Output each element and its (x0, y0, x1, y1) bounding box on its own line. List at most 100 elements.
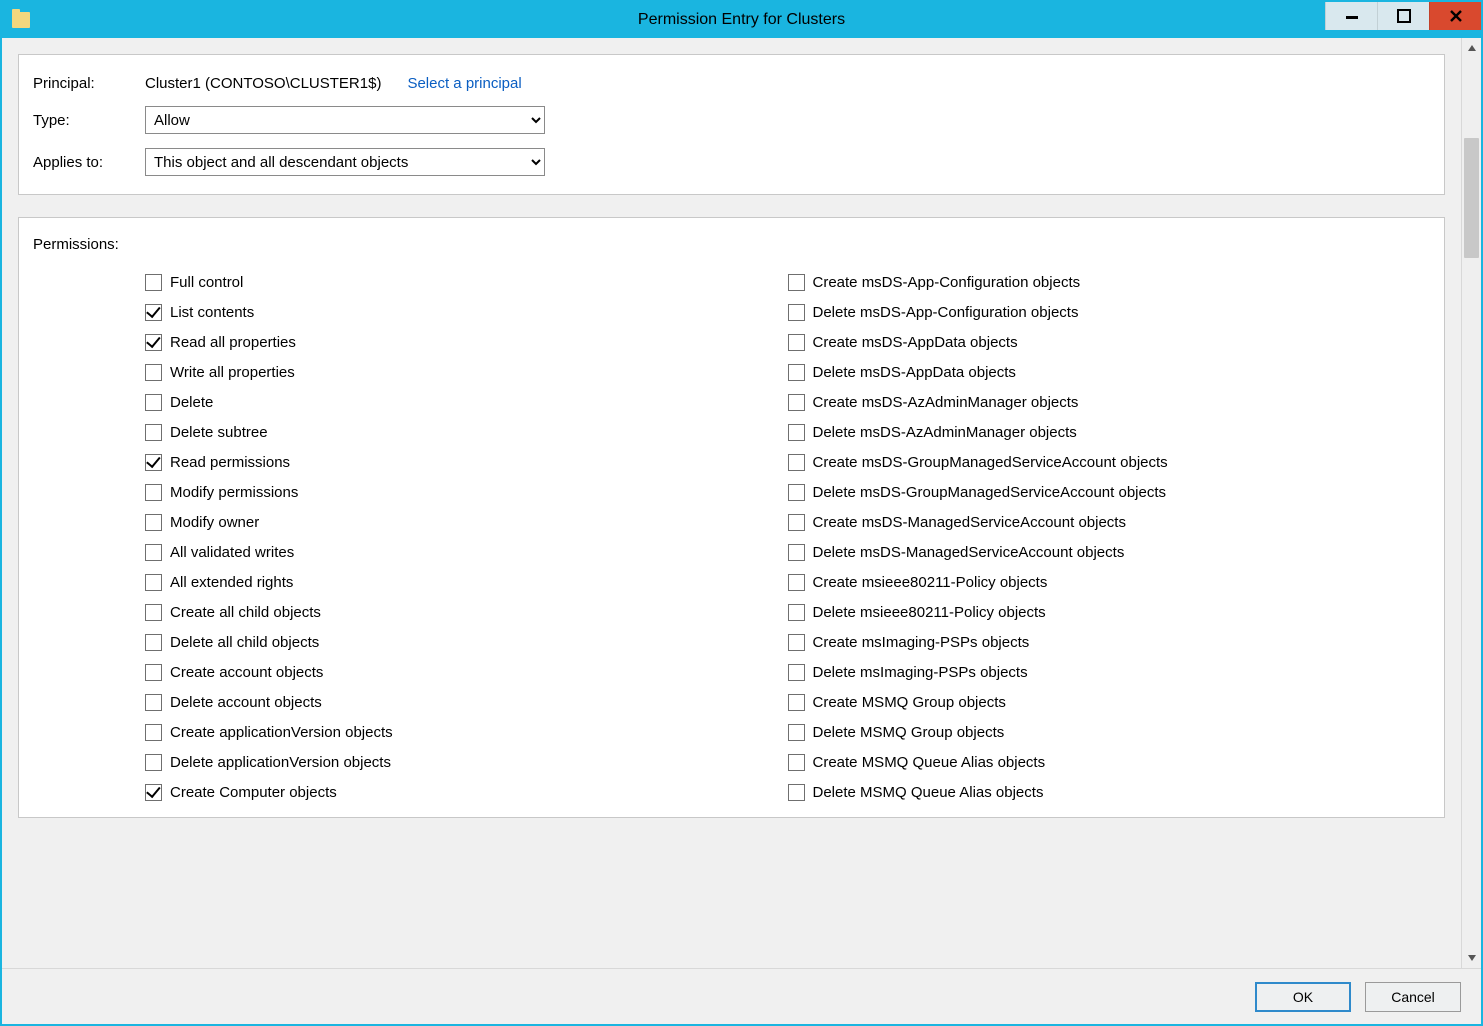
permissions-column-left: Full control List contentsRead all proper… (33, 267, 788, 807)
permission-item[interactable]: Delete msieee80211-Policy objects (788, 597, 1431, 627)
permission-item[interactable]: List contents (145, 297, 788, 327)
permission-checkbox[interactable] (145, 724, 162, 741)
permission-checkbox[interactable] (145, 694, 162, 711)
permission-label: Delete msDS-ManagedServiceAccount object… (813, 544, 1125, 561)
permission-label: Full control (170, 274, 243, 291)
permission-checkbox[interactable] (145, 784, 162, 801)
permission-item[interactable]: Create account objects (145, 657, 788, 687)
permission-item[interactable]: Delete msDS-App-Configuration objects (788, 297, 1431, 327)
ok-button[interactable]: OK (1255, 982, 1351, 1012)
permission-item[interactable]: Delete MSMQ Queue Alias objects (788, 777, 1431, 807)
permission-item[interactable]: Create msDS-GroupManagedServiceAccount o… (788, 447, 1431, 477)
permission-item[interactable]: Delete account objects (145, 687, 788, 717)
permission-checkbox[interactable] (145, 274, 162, 291)
permission-checkbox[interactable] (788, 694, 805, 711)
permission-item[interactable]: Modify permissions (145, 477, 788, 507)
permission-checkbox[interactable] (788, 274, 805, 291)
permission-checkbox[interactable] (145, 394, 162, 411)
permission-item[interactable]: Create all child objects (145, 597, 788, 627)
permission-item[interactable]: Create applicationVersion objects (145, 717, 788, 747)
permission-checkbox[interactable] (788, 634, 805, 651)
permission-checkbox[interactable] (788, 784, 805, 801)
permission-checkbox[interactable] (788, 424, 805, 441)
permission-checkbox[interactable] (145, 424, 162, 441)
close-button[interactable] (1429, 2, 1481, 30)
permission-checkbox[interactable] (788, 454, 805, 471)
permission-item[interactable]: All extended rights (145, 567, 788, 597)
permission-checkbox[interactable] (788, 754, 805, 771)
permission-label: Delete MSMQ Group objects (813, 724, 1005, 741)
maximize-button[interactable] (1377, 2, 1429, 30)
permission-label: Create msieee80211-Policy objects (813, 574, 1048, 591)
permission-item[interactable]: Read permissions (145, 447, 788, 477)
permission-checkbox[interactable] (145, 484, 162, 501)
scroll-down-arrow-icon[interactable] (1462, 948, 1481, 968)
permission-checkbox[interactable] (145, 634, 162, 651)
permission-item[interactable]: Create MSMQ Group objects (788, 687, 1431, 717)
type-select[interactable]: Allow (145, 106, 545, 134)
principal-label: Principal: (33, 75, 145, 92)
scroll-thumb[interactable] (1464, 138, 1479, 258)
permission-checkbox[interactable] (145, 604, 162, 621)
permission-item[interactable]: Delete msDS-AppData objects (788, 357, 1431, 387)
permission-checkbox[interactable] (788, 304, 805, 321)
permission-checkbox[interactable] (788, 394, 805, 411)
permission-item[interactable]: Delete msDS-ManagedServiceAccount object… (788, 537, 1431, 567)
permission-checkbox[interactable] (145, 364, 162, 381)
permission-label: Create all child objects (170, 604, 321, 621)
principal-value: Cluster1 (CONTOSO\CLUSTER1$) (145, 75, 381, 92)
permission-item[interactable]: Create msieee80211-Policy objects (788, 567, 1431, 597)
permission-checkbox[interactable] (145, 334, 162, 351)
permission-checkbox[interactable] (145, 514, 162, 531)
permission-item[interactable]: Write all properties (145, 357, 788, 387)
permission-item[interactable]: Create msDS-AzAdminManager objects (788, 387, 1431, 417)
permission-checkbox[interactable] (788, 334, 805, 351)
permission-item[interactable]: Read all properties (145, 327, 788, 357)
select-principal-link[interactable]: Select a principal (407, 75, 521, 92)
permission-checkbox[interactable] (145, 664, 162, 681)
permission-item[interactable]: Create msDS-ManagedServiceAccount object… (788, 507, 1431, 537)
permission-checkbox[interactable] (788, 664, 805, 681)
scroll-track[interactable] (1462, 58, 1481, 948)
permission-item[interactable]: Modify owner (145, 507, 788, 537)
permission-item[interactable]: Create msImaging-PSPs objects (788, 627, 1431, 657)
permission-checkbox[interactable] (145, 754, 162, 771)
permission-checkbox[interactable] (788, 544, 805, 561)
permission-item[interactable]: Delete subtree (145, 417, 788, 447)
permission-item[interactable]: Delete (145, 387, 788, 417)
vertical-scrollbar[interactable] (1461, 38, 1481, 968)
permission-item[interactable]: Full control (145, 267, 788, 297)
permission-label: Create msDS-AppData objects (813, 334, 1018, 351)
permission-label: Write all properties (170, 364, 295, 381)
permission-item[interactable]: Delete applicationVersion objects (145, 747, 788, 777)
permission-checkbox[interactable] (145, 544, 162, 561)
permission-checkbox[interactable] (788, 364, 805, 381)
permission-checkbox[interactable] (788, 514, 805, 531)
permission-item[interactable]: Create msDS-AppData objects (788, 327, 1431, 357)
permission-checkbox[interactable] (788, 604, 805, 621)
permission-item[interactable]: Create MSMQ Queue Alias objects (788, 747, 1431, 777)
permission-item[interactable]: Delete msDS-GroupManagedServiceAccount o… (788, 477, 1431, 507)
permission-item[interactable]: Create msDS-App-Configuration objects (788, 267, 1431, 297)
minimize-button[interactable] (1325, 2, 1377, 30)
permission-checkbox[interactable] (145, 574, 162, 591)
permission-checkbox[interactable] (788, 724, 805, 741)
permission-label: Modify permissions (170, 484, 298, 501)
permission-checkbox[interactable] (788, 484, 805, 501)
applies-to-label: Applies to: (33, 154, 145, 171)
permission-checkbox[interactable] (145, 454, 162, 471)
scroll-up-arrow-icon[interactable] (1462, 38, 1481, 58)
permission-item[interactable]: Delete MSMQ Group objects (788, 717, 1431, 747)
permission-item[interactable]: Delete msDS-AzAdminManager objects (788, 417, 1431, 447)
permission-item[interactable]: Delete all child objects (145, 627, 788, 657)
permission-item[interactable]: Create Computer objects (145, 777, 788, 807)
permission-label: Create Computer objects (170, 784, 337, 801)
permission-checkbox[interactable] (145, 304, 162, 321)
permission-item[interactable]: Delete msImaging-PSPs objects (788, 657, 1431, 687)
permission-item[interactable]: All validated writes (145, 537, 788, 567)
permission-checkbox[interactable] (788, 574, 805, 591)
cancel-button[interactable]: Cancel (1365, 982, 1461, 1012)
permission-label: Create account objects (170, 664, 323, 681)
applies-to-select[interactable]: This object and all descendant objects (145, 148, 545, 176)
permission-label: Delete msDS-AzAdminManager objects (813, 424, 1077, 441)
